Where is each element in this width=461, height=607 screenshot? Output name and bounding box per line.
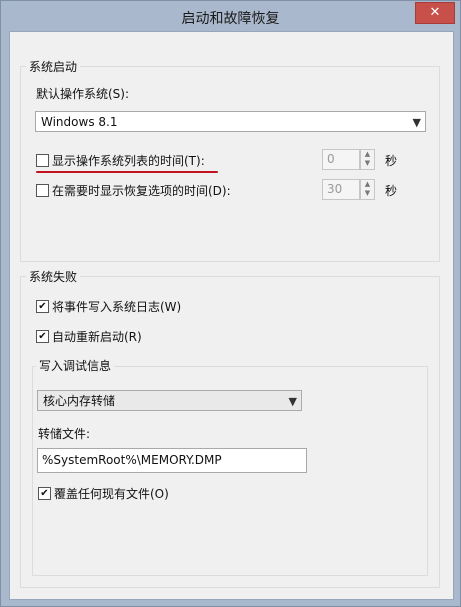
default-os-select[interactable]: Windows 8.1 ▼ [35,111,426,132]
spin-up-icon[interactable]: ▲ [361,180,374,189]
debug-info-label: 写入调试信息 [36,357,115,374]
show-recovery-checkbox[interactable] [36,184,49,197]
os-list-unit: 秒 [385,154,398,168]
show-os-list-checkbox[interactable] [36,154,49,167]
dump-file-label: 转储文件: [38,427,91,441]
overwrite-label: 覆盖任何现有文件(O) [54,487,169,501]
recovery-seconds-input[interactable]: 30 [322,179,360,200]
spin-down-icon[interactable]: ▼ [361,159,374,168]
system-startup-label: 系统启动 [26,58,81,75]
default-os-label: 默认操作系统(S): [36,87,130,101]
default-os-value: Windows 8.1 [41,115,118,129]
recovery-seconds-spinner[interactable]: ▲ ▼ [360,179,375,200]
os-list-seconds-input[interactable]: 0 [322,149,360,170]
system-failure-label: 系统失败 [26,268,81,285]
close-button[interactable]: ✕ [415,2,455,24]
dialog-body: 系统启动 默认操作系统(S): Windows 8.1 ▼ 显示操作系统列表的时… [9,31,454,600]
show-recovery-label: 在需要时显示恢复选项的时间(D): [52,184,231,198]
dump-type-select[interactable]: 核心内存转储 ▼ [37,390,302,411]
write-event-checkbox[interactable]: ✔ [36,300,49,313]
write-event-label: 将事件写入系统日志(W) [52,300,182,314]
chevron-down-icon: ▼ [288,395,297,408]
title-bar: 启动和故障恢复 ✕ [1,1,460,31]
show-os-list-label: 显示操作系统列表的时间(T): [52,154,205,168]
window-title: 启动和故障恢复 [181,11,280,27]
recovery-unit: 秒 [385,184,398,198]
dump-type-value: 核心内存转储 [43,394,116,408]
dump-file-input[interactable]: %SystemRoot%\MEMORY.DMP [37,448,307,473]
spin-down-icon[interactable]: ▼ [361,189,374,198]
chevron-down-icon: ▼ [412,116,421,129]
os-list-seconds-spinner[interactable]: ▲ ▼ [360,149,375,170]
red-annotation-underline [36,171,218,173]
auto-restart-label: 自动重新启动(R) [52,330,142,344]
startup-recovery-dialog: 启动和故障恢复 ✕ 系统启动 默认操作系统(S): Windows 8.1 ▼ … [0,0,461,607]
auto-restart-checkbox[interactable]: ✔ [36,330,49,343]
spin-up-icon[interactable]: ▲ [361,150,374,159]
overwrite-checkbox[interactable]: ✔ [38,487,51,500]
